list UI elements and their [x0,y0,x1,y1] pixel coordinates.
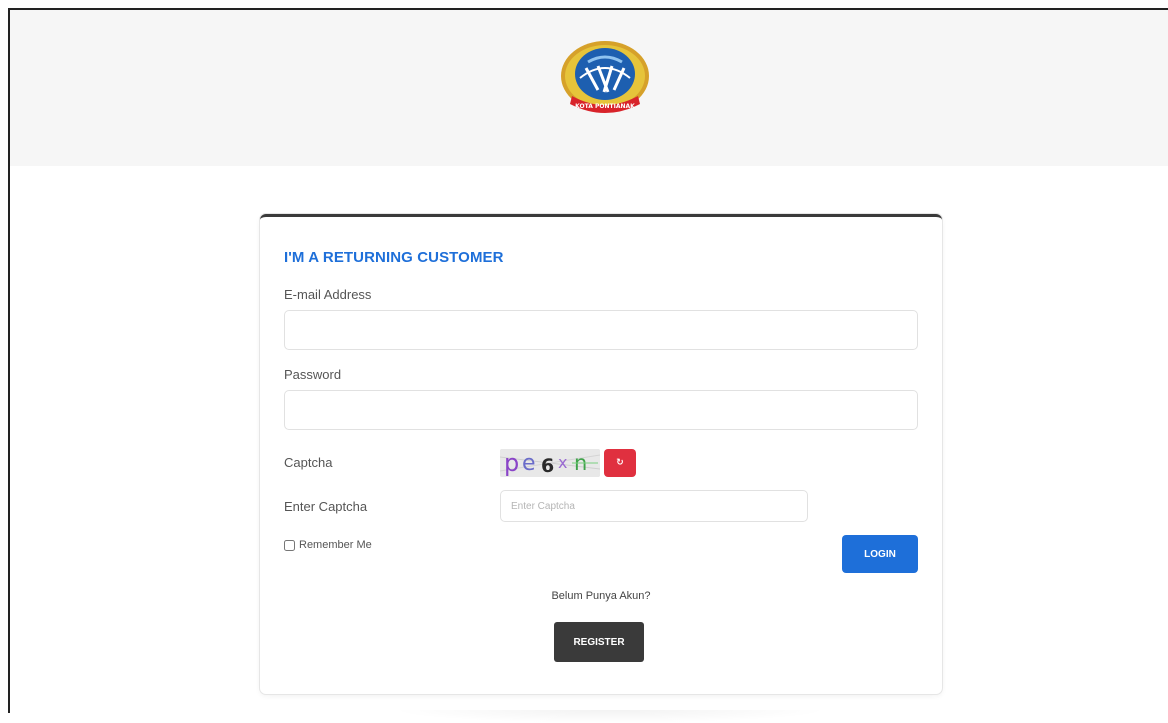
remember-me-checkbox[interactable] [284,539,295,551]
captcha-input[interactable] [500,490,808,522]
login-button[interactable]: LOGIN [842,535,918,573]
city-emblem-logo: KOTA PONTIANAK [561,41,649,113]
captcha-label: Captcha [284,455,333,470]
login-title: I'M A RETURNING CUSTOMER [284,249,504,266]
email-input[interactable] [284,310,918,350]
captcha-image: p e 6 x n [500,449,600,477]
password-label: Password [284,367,342,382]
captcha-char-3: 6 [541,455,554,477]
logo-ribbon-text: KOTA PONTIANAK [575,103,635,110]
register-button[interactable]: REGISTER [554,622,644,662]
page-header: KOTA PONTIANAK [10,10,1168,166]
no-account-text: Belum Punya Akun? [551,590,651,602]
captcha-char-4: x [558,453,567,472]
login-card: I'M A RETURNING CUSTOMER E-mail Address … [260,214,942,694]
footer-shadow [390,710,830,723]
enter-captcha-label: Enter Captcha [284,499,368,514]
page-frame: KOTA PONTIANAK I'M A RETURNING CUSTOMER … [8,8,1168,723]
password-input[interactable] [284,390,918,430]
captcha-char-1: p [504,449,519,477]
email-label: E-mail Address [284,287,372,302]
remember-me[interactable]: Remember Me [284,539,372,551]
refresh-captcha-button[interactable]: ↻ [604,449,636,477]
remember-me-label: Remember Me [299,539,372,551]
captcha-char-2: e [522,451,536,476]
